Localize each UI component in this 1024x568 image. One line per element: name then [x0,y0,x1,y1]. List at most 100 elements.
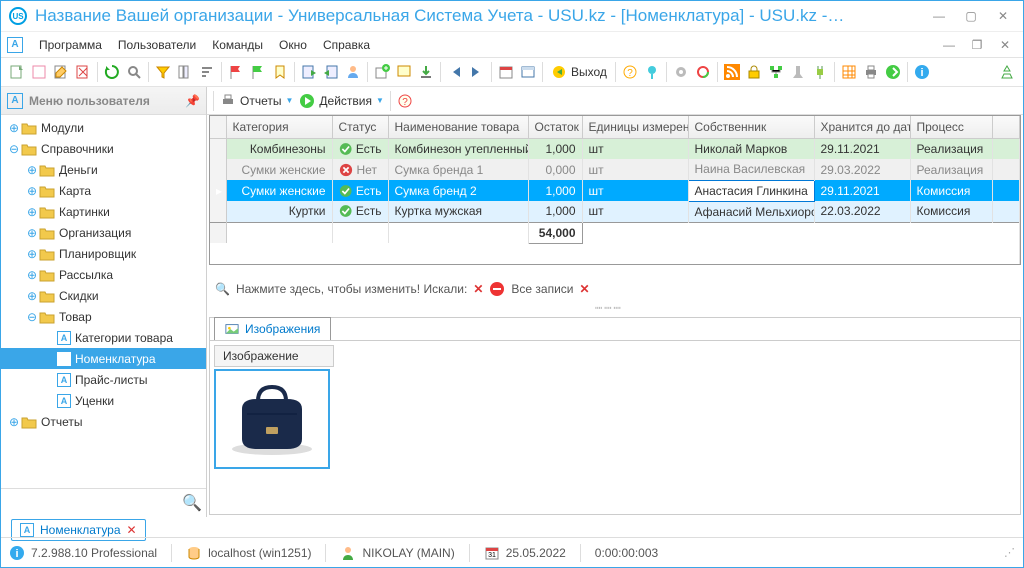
tree-item[interactable]: AУценки [1,390,206,411]
tb-icon-open[interactable] [29,62,49,82]
tb-icon-import[interactable] [321,62,341,82]
svg-text:?: ? [627,68,633,79]
filter-hint[interactable]: Нажмите здесь, чтобы изменить! Искали: [236,282,467,296]
menu-bar: A Программа Пользователи Команды Окно Сп… [1,31,1023,57]
close-button[interactable]: ✕ [991,6,1015,26]
tree-item[interactable]: ⊕Рассылка [1,264,206,285]
title-bar: US Название Вашей организации - Универса… [1,1,1023,31]
tb-icon-tree[interactable] [766,62,786,82]
menu-commands[interactable]: Команды [204,34,271,56]
tb-icon-recycle[interactable] [997,62,1017,82]
search-icon[interactable]: 🔍 [182,493,202,513]
filter-no-icon [489,281,505,297]
tb-icon-export[interactable] [299,62,319,82]
filter-close-1[interactable]: ✕ [473,282,483,296]
tb-icon-edit[interactable] [51,62,71,82]
tree-item[interactable]: AКатегории товара [1,327,206,348]
tb-icon-lock[interactable] [744,62,764,82]
tree-item[interactable]: ⊕Отчеты [1,411,206,432]
document-tab-label: Номенклатура [40,523,121,537]
tb-icon-ok[interactable] [883,62,903,82]
tb-icon-last[interactable] [467,62,487,82]
mdi-restore-button[interactable]: ❐ [965,35,989,55]
doc-a-icon: A [20,523,34,537]
tb-icon-print[interactable] [861,62,881,82]
tb-icon-flag-green[interactable] [248,62,268,82]
content-toolbar: Отчеты ▼ Действия ▼ ? [207,87,1023,115]
tree-item[interactable]: ⊕Организация [1,222,206,243]
svg-text:i: i [920,67,923,79]
tb-icon-first[interactable] [445,62,465,82]
tb-icon-rss[interactable] [722,62,742,82]
menu-window[interactable]: Окно [271,34,315,56]
document-tab-close[interactable]: ✕ [127,523,137,537]
resize-grip[interactable]: ⋰ [1004,546,1015,559]
tb-icon-jack[interactable] [788,62,808,82]
tb-icon-calendar[interactable] [496,62,516,82]
tb-icon-delete[interactable] [73,62,93,82]
menu-users[interactable]: Пользователи [110,34,204,56]
tree-item[interactable]: ⊕Картинки [1,201,206,222]
tb-icon-window[interactable] [518,62,538,82]
product-image[interactable] [214,369,330,469]
tree-item[interactable]: ⊕Скидки [1,285,206,306]
table-row[interactable]: КомбинезоныЕстьКомбинезон утепленный1,00… [210,138,1020,159]
filter-close-2[interactable]: ✕ [579,282,589,296]
menu-program[interactable]: Программа [31,34,110,56]
tb-icon-help[interactable]: ? [620,62,640,82]
table-row[interactable]: Сумки женскиеНетСумка бренда 10,000штНаи… [210,159,1020,180]
status-bar: i 7.2.988.10 Professional localhost (win… [1,537,1023,567]
tree-item[interactable]: ⊖Товар [1,306,206,327]
tb-icon-download[interactable] [416,62,436,82]
tb-icon-search[interactable] [124,62,144,82]
table-row[interactable]: КурткиЕстьКуртка мужская1,000штАфанасий … [210,201,1020,222]
tb-icon-refresh[interactable] [102,62,122,82]
main-toolbar: Выход ? i [1,57,1023,87]
table-row[interactable]: ▸Сумки женскиеЕстьСумка бренд 21,000штАн… [210,180,1020,201]
sidebar-a-icon: A [7,93,23,109]
tb-icon-new[interactable] [7,62,27,82]
tb-icon-plug[interactable] [810,62,830,82]
actions-button[interactable]: Действия ▼ [299,93,384,109]
tree-item[interactable]: AНоменклатура [1,348,206,369]
svg-text:31: 31 [488,552,496,559]
tree-item[interactable]: AПрайс-листы [1,369,206,390]
tb-icon-add[interactable] [372,62,392,82]
tb-icon-info[interactable]: i [912,62,932,82]
tb-exit-button[interactable]: Выход [547,64,611,80]
mdi-minimize-button[interactable]: — [937,35,961,55]
tb-icon-columns[interactable] [175,62,195,82]
menu-help[interactable]: Справка [315,34,378,56]
mdi-close-button[interactable]: ✕ [993,35,1017,55]
tb-icon-users[interactable] [343,62,363,82]
tree-item[interactable]: ⊕Модули [1,117,206,138]
tb-icon-sort[interactable] [197,62,217,82]
tb-icon-grid[interactable] [839,62,859,82]
tb-icon-circle[interactable] [693,62,713,82]
image-panel: Изображения Изображение [209,317,1021,515]
filter-all[interactable]: Все записи [511,282,573,296]
svg-text:?: ? [402,97,408,108]
data-grid[interactable]: КатегорияСтатусНаименование товараОстато… [209,115,1021,265]
nav-tree[interactable]: ⊕Модули⊖Справочники⊕Деньги⊕Карта⊕Картинк… [1,115,206,488]
filter-search-icon[interactable]: 🔍 [215,282,230,296]
reports-button[interactable]: Отчеты ▼ [220,93,293,109]
tb-icon-note[interactable] [394,62,414,82]
maximize-button[interactable]: ▢ [959,6,983,26]
reports-label: Отчеты [240,94,281,108]
tb-icon-bookmark[interactable] [270,62,290,82]
images-tab[interactable]: Изображения [214,317,331,340]
tree-item[interactable]: ⊕Планировщик [1,243,206,264]
tree-item[interactable]: ⊕Деньги [1,159,206,180]
tb-icon-flag-red[interactable] [226,62,246,82]
status-date: 31 25.05.2022 [484,545,566,561]
tb-icon-pin[interactable] [642,62,662,82]
minimize-button[interactable]: — [927,6,951,26]
svg-text:i: i [15,548,18,560]
tb-icon-gear[interactable] [671,62,691,82]
content-help-button[interactable]: ? [397,93,413,109]
pin-icon[interactable]: 📌 [185,94,200,108]
tb-icon-filter[interactable] [153,62,173,82]
tree-item[interactable]: ⊖Справочники [1,138,206,159]
tree-item[interactable]: ⊕Карта [1,180,206,201]
